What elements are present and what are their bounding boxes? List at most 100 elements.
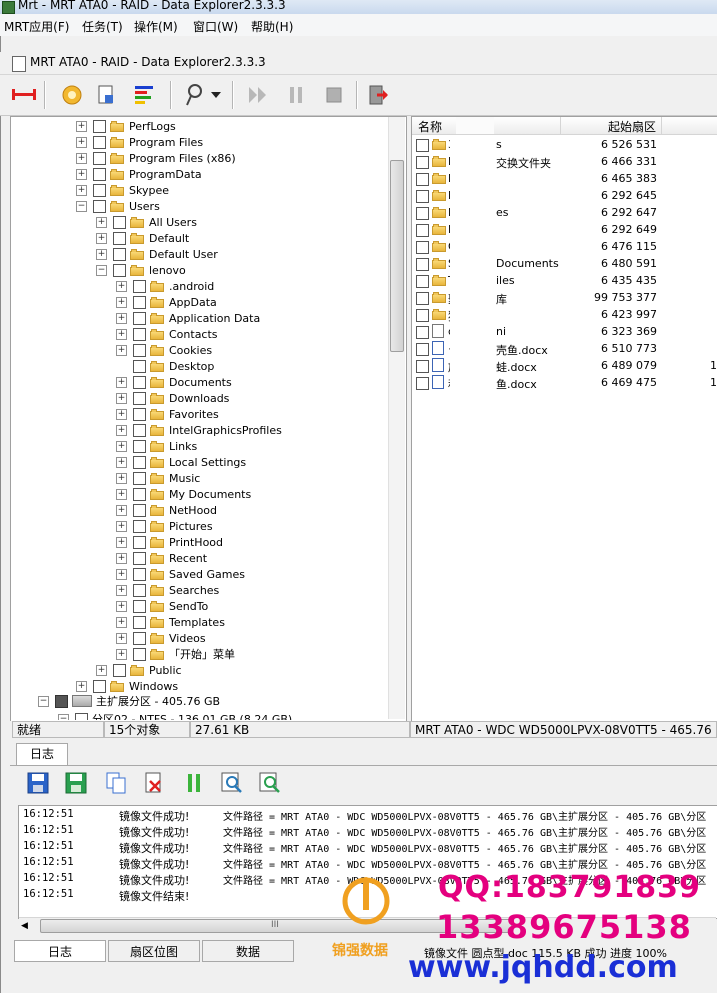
tree-item-checkbox[interactable]	[133, 423, 146, 437]
tree-item[interactable]: + Default User	[96, 246, 218, 262]
expand-icon[interactable]: +	[76, 136, 87, 148]
collapse-icon[interactable]: −	[96, 264, 107, 276]
tree-item-checkbox[interactable]	[133, 519, 146, 533]
list-item-checkbox[interactable]	[416, 309, 429, 322]
sub-partition-checkbox[interactable]	[75, 712, 88, 720]
list-item-checkbox[interactable]	[416, 190, 429, 203]
expand-icon[interactable]: +	[116, 376, 127, 388]
tree-item[interactable]: + Downloads	[116, 390, 229, 406]
tree-item[interactable]: + Saved Games	[116, 566, 245, 582]
dropdown-arrow-icon[interactable]	[208, 81, 224, 109]
pause-icon[interactable]	[182, 771, 208, 797]
tree-item[interactable]: + Application Data	[116, 310, 260, 326]
tree-item-checkbox[interactable]	[133, 631, 146, 645]
partition-checkbox[interactable]	[55, 694, 68, 708]
play-forward-icon[interactable]	[244, 81, 272, 109]
tree-item[interactable]: + Recent	[116, 550, 207, 566]
delete-icon[interactable]	[142, 771, 168, 797]
menu-operation[interactable]: 操作(M)	[134, 18, 178, 35]
tree-item[interactable]: + Videos	[116, 630, 206, 646]
expand-icon[interactable]: +	[76, 184, 87, 196]
tree-scroll-thumb[interactable]	[390, 160, 404, 352]
tree-item-checkbox[interactable]	[133, 311, 146, 325]
expand-icon[interactable]: +	[116, 296, 127, 308]
expand-icon[interactable]: +	[76, 680, 87, 692]
tree-item-checkbox[interactable]	[133, 471, 146, 485]
expand-icon[interactable]: +	[116, 600, 127, 612]
expand-icon[interactable]: +	[116, 616, 127, 628]
tree-item-checkbox[interactable]	[93, 135, 106, 149]
bottom-tab-log[interactable]: 日志	[14, 940, 106, 962]
expand-icon[interactable]: +	[116, 504, 127, 516]
expand-icon[interactable]: +	[116, 488, 127, 500]
list-item-checkbox[interactable]	[416, 275, 429, 288]
expand-icon[interactable]: +	[116, 568, 127, 580]
log-tab[interactable]: 日志	[16, 743, 68, 766]
tree-item[interactable]: − lenovo	[96, 262, 186, 278]
list-item-checkbox[interactable]	[416, 258, 429, 271]
collapse-icon[interactable]: −	[38, 695, 49, 707]
column-name-header[interactable]: 名称	[418, 118, 442, 135]
tree-item-checkbox[interactable]	[133, 439, 146, 453]
tree-item[interactable]: + Music	[116, 470, 200, 486]
tree-item[interactable]: + Searches	[116, 582, 219, 598]
tree-item-checkbox[interactable]	[133, 327, 146, 341]
tree-item[interactable]: + .android	[116, 278, 214, 294]
color-bars-icon[interactable]	[130, 81, 158, 109]
tree-item[interactable]: + IntelGraphicsProfiles	[116, 422, 282, 438]
tree-item[interactable]: + NetHood	[116, 502, 217, 518]
ruler-icon[interactable]	[10, 81, 38, 109]
expand-icon[interactable]: +	[116, 408, 127, 420]
tree-item-checkbox[interactable]	[93, 679, 106, 693]
tree-item[interactable]: + 「开始」菜单	[116, 646, 235, 662]
copy-icon[interactable]	[104, 771, 130, 797]
tree-item-checkbox[interactable]	[113, 247, 126, 261]
tree-item-checkbox[interactable]	[133, 279, 146, 293]
expand-icon[interactable]: +	[116, 648, 127, 660]
expand-icon[interactable]: +	[76, 120, 87, 132]
list-item-checkbox[interactable]	[416, 207, 429, 220]
expand-icon[interactable]: +	[116, 424, 127, 436]
tree-item[interactable]: + Program Files (x86)	[76, 150, 236, 166]
tree-item[interactable]: + Skypee	[76, 182, 169, 198]
tree-item[interactable]: + PrintHood	[116, 534, 223, 550]
expand-icon[interactable]: +	[116, 392, 127, 404]
bottom-tab-data[interactable]: 数据	[202, 940, 294, 962]
tree-item[interactable]: + Documents	[116, 374, 232, 390]
tree-item-checkbox[interactable]	[133, 551, 146, 565]
list-item-checkbox[interactable]	[416, 360, 429, 373]
tree-item[interactable]: + Local Settings	[116, 454, 246, 470]
tree-item-checkbox[interactable]	[133, 503, 146, 517]
list-item-checkbox[interactable]	[416, 292, 429, 305]
tree-item[interactable]: + Windows	[76, 678, 178, 694]
list-item-checkbox[interactable]	[416, 173, 429, 186]
expand-icon[interactable]: +	[96, 232, 107, 244]
tree-item-checkbox[interactable]	[93, 167, 106, 181]
tree-item-checkbox[interactable]	[133, 583, 146, 597]
tree-item[interactable]: + Contacts	[116, 326, 218, 342]
expand-icon[interactable]: +	[116, 440, 127, 452]
tree-item-checkbox[interactable]	[93, 183, 106, 197]
document-icon[interactable]	[92, 81, 120, 109]
tree-item[interactable]: Desktop	[116, 358, 214, 374]
expand-icon[interactable]: +	[116, 472, 127, 484]
tree-item-checkbox[interactable]	[93, 151, 106, 165]
tree-item-checkbox[interactable]	[133, 615, 146, 629]
tree-item[interactable]: + Favorites	[116, 406, 219, 422]
list-item-checkbox[interactable]	[416, 326, 429, 339]
save-as-icon[interactable]	[64, 771, 90, 797]
stop-icon[interactable]	[320, 81, 348, 109]
menu-mrt-app[interactable]: MRT应用(F)	[4, 18, 69, 35]
tree-item[interactable]: + AppData	[116, 294, 217, 310]
menu-help[interactable]: 帮助(H)	[251, 18, 293, 35]
tree-item-checkbox[interactable]	[133, 487, 146, 501]
tree-item-checkbox[interactable]	[133, 359, 146, 373]
expand-icon[interactable]: +	[116, 632, 127, 644]
pause-icon[interactable]	[282, 81, 310, 109]
sub-partition-row[interactable]: − 分区02 - NTFS - 136.01 GB (8.24 GB)	[58, 711, 292, 720]
gear-icon[interactable]	[58, 81, 86, 109]
expand-icon[interactable]: +	[116, 536, 127, 548]
list-item-checkbox[interactable]	[416, 156, 429, 169]
menu-window[interactable]: 窗口(W)	[193, 18, 238, 35]
tree-item-checkbox[interactable]	[113, 263, 126, 277]
